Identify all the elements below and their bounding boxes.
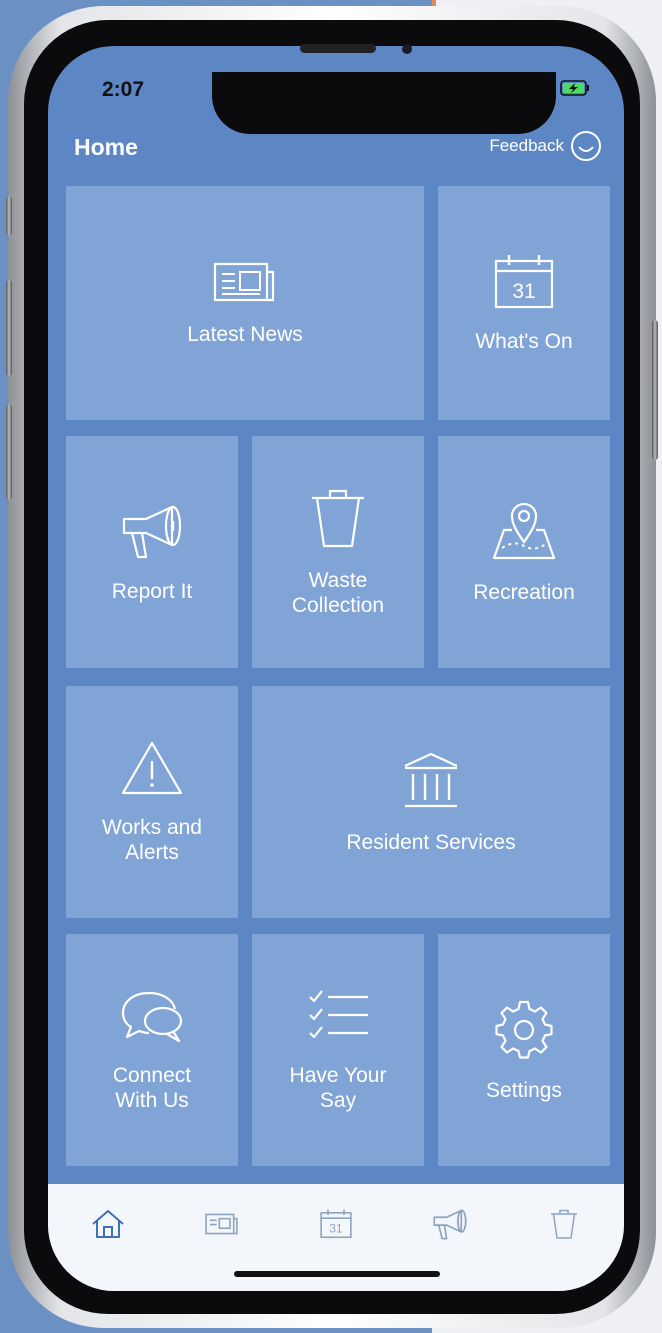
- tile-label: Have Your Say: [289, 1064, 387, 1112]
- chat-bubbles-icon: [121, 991, 183, 1043]
- tile-works-and-alerts[interactable]: Works and Alerts: [66, 686, 238, 918]
- tile-label: Latest News: [187, 322, 303, 346]
- tile-latest-news[interactable]: Latest News: [66, 186, 424, 420]
- warning-icon: [121, 741, 183, 795]
- tab-waste[interactable]: [524, 1196, 604, 1252]
- smiley-icon: [571, 131, 601, 161]
- notch: [212, 72, 556, 134]
- trash-bin-icon: [551, 1209, 577, 1239]
- tile-report-it[interactable]: Report It: [66, 436, 238, 668]
- checklist-icon: [309, 990, 368, 1039]
- tile-label: Report It: [111, 579, 193, 603]
- calendar-icon: 31: [494, 254, 554, 308]
- tile-label: Waste Collection: [291, 569, 385, 617]
- tile-resident-services[interactable]: Resident Services: [252, 686, 610, 918]
- power-button: [652, 320, 658, 460]
- page-title: Home: [74, 134, 138, 160]
- tab-news[interactable]: [182, 1196, 262, 1252]
- battery-charging-icon: [560, 80, 589, 96]
- calendar-day: 31: [512, 280, 535, 303]
- feedback-button[interactable]: Feedback: [489, 130, 602, 162]
- volume-up-button: [6, 280, 12, 376]
- calendar-icon: 31: [320, 1209, 352, 1239]
- calendar-day: 31: [330, 1223, 343, 1236]
- tile-have-your-say[interactable]: Have Your Say: [252, 934, 424, 1166]
- volume-down-button: [6, 404, 12, 500]
- home-indicator: [234, 1271, 440, 1277]
- home-icon: [92, 1210, 124, 1238]
- tab-home[interactable]: [68, 1196, 148, 1252]
- app-screen: 2:07 Home Feedback Latest News 31 What's…: [48, 46, 624, 1291]
- tile-label: Resident Services: [346, 830, 516, 854]
- front-camera: [402, 44, 412, 54]
- newspaper-icon: [213, 262, 275, 301]
- tab-report[interactable]: [410, 1196, 490, 1252]
- feedback-label: Feedback: [489, 136, 564, 155]
- tile-connect-with-us[interactable]: Connect With Us: [66, 934, 238, 1166]
- building-columns-icon: [404, 752, 458, 807]
- tile-recreation[interactable]: Recreation: [438, 436, 610, 668]
- tile-label: Settings: [486, 1078, 562, 1102]
- megaphone-icon: [122, 505, 182, 558]
- tab-events[interactable]: 31: [296, 1196, 376, 1252]
- newspaper-icon: [205, 1213, 238, 1235]
- mute-switch: [6, 196, 12, 236]
- tile-settings[interactable]: Settings: [438, 934, 610, 1166]
- gear-icon: [495, 1000, 553, 1059]
- tile-label: Recreation: [473, 580, 575, 604]
- tile-label: What's On: [475, 329, 573, 353]
- map-pin-icon: [492, 502, 556, 559]
- tile-waste-collection[interactable]: Waste Collection: [252, 436, 424, 668]
- tile-whats-on[interactable]: 31 What's On: [438, 186, 610, 420]
- speaker-grille: [300, 44, 376, 53]
- trash-bin-icon: [312, 489, 364, 548]
- status-time: 2:07: [102, 78, 145, 101]
- megaphone-icon: [433, 1209, 467, 1240]
- tile-label: Works and Alerts: [102, 816, 202, 864]
- tile-label: Connect With Us: [112, 1064, 192, 1112]
